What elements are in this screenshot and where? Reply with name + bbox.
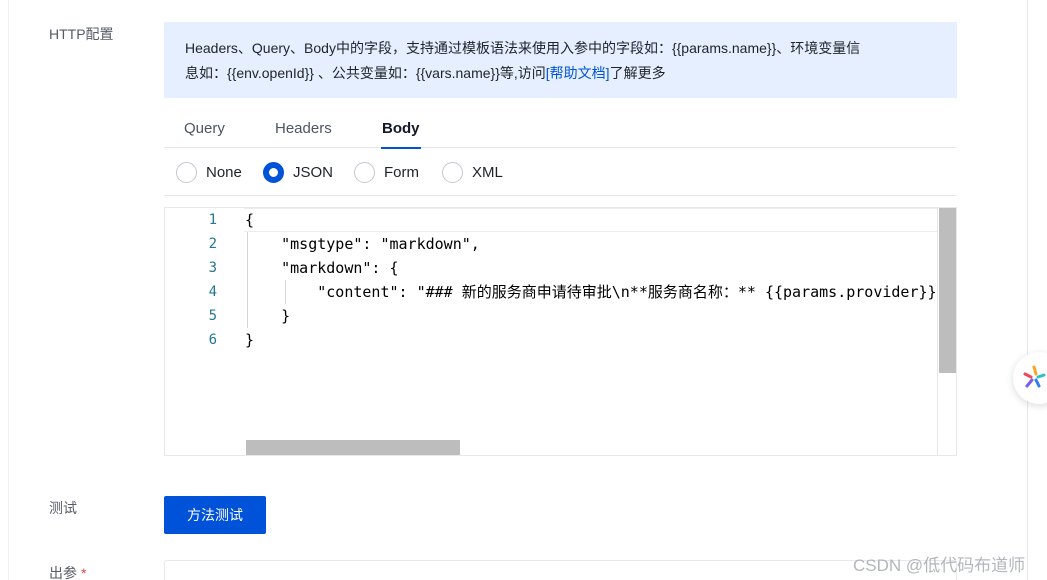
radio-xml-label: XML bbox=[472, 163, 503, 181]
json-body-editor[interactable]: 1 2 3 4 5 6 { "msgtype": "markdown", "ma… bbox=[164, 207, 957, 456]
code-line: "markdown": { bbox=[245, 259, 399, 277]
radio-xml[interactable]: XML bbox=[442, 161, 503, 183]
line-number: 4 bbox=[208, 284, 217, 300]
radio-json[interactable]: JSON bbox=[263, 161, 333, 183]
tab-headers[interactable]: Headers bbox=[275, 120, 332, 148]
line-number: 6 bbox=[208, 332, 217, 348]
line-number: 1 bbox=[208, 212, 217, 228]
code-line: "msgtype": "markdown", bbox=[245, 235, 480, 253]
radio-form-circle[interactable] bbox=[354, 161, 375, 183]
method-test-button[interactable]: 方法测试 bbox=[164, 496, 266, 534]
template-syntax-notice: Headers、Query、Body中的字段，支持通过模板语法来使用入参中的字段… bbox=[164, 22, 957, 98]
page-right-border bbox=[1027, 0, 1028, 580]
line-number: 3 bbox=[208, 260, 217, 276]
output-label-text: 出参 bbox=[49, 565, 77, 580]
line-number: 2 bbox=[208, 236, 217, 252]
tab-body[interactable]: Body bbox=[381, 120, 420, 149]
code-line: { bbox=[245, 211, 255, 229]
code-line: } bbox=[245, 307, 291, 325]
csdn-watermark: CSDN @低代码布道师 bbox=[853, 556, 1026, 575]
horizontal-scrollbar-thumb[interactable] bbox=[246, 440, 460, 455]
tab-query[interactable]: Query bbox=[184, 120, 225, 148]
radio-none-label: None bbox=[206, 163, 242, 181]
http-config-label: HTTP配置 bbox=[49, 26, 114, 42]
radio-form-label: Form bbox=[384, 163, 419, 181]
radio-none-circle[interactable] bbox=[176, 161, 197, 183]
notice-line-2-suffix: 了解更多 bbox=[609, 65, 666, 81]
page-left-border bbox=[8, 0, 9, 580]
output-label: 出参 * bbox=[49, 563, 86, 580]
vertical-scrollbar[interactable] bbox=[937, 208, 956, 455]
radio-json-label: JSON bbox=[293, 163, 334, 181]
assistant-logo-icon bbox=[1023, 365, 1046, 388]
notice-line-2-text: 息如：{{env.openId}} 、公共变量如：{{vars.name}}等,… bbox=[185, 65, 546, 81]
help-doc-link[interactable]: [帮助文档] bbox=[546, 65, 610, 81]
assistant-float-button[interactable] bbox=[1013, 352, 1047, 404]
body-type-radio-group: None JSON Form XML bbox=[164, 148, 957, 196]
code-area[interactable]: { "msgtype": "markdown", "markdown": { "… bbox=[245, 208, 937, 448]
radio-json-circle[interactable] bbox=[263, 161, 284, 183]
vertical-scrollbar-thumb[interactable] bbox=[939, 208, 956, 373]
code-line: "content": "### 新的服务商申请待审批\n**服务商名称：** {… bbox=[245, 283, 937, 301]
line-number: 5 bbox=[208, 308, 217, 324]
code-line: } bbox=[245, 331, 255, 349]
test-label: 测试 bbox=[49, 500, 77, 516]
request-part-tabs: Query Headers Body bbox=[164, 112, 957, 149]
notice-line-1: Headers、Query、Body中的字段，支持通过模板语法来使用入参中的字段… bbox=[185, 40, 861, 56]
radio-none[interactable]: None bbox=[176, 161, 242, 183]
output-params-field[interactable] bbox=[164, 560, 957, 580]
radio-xml-circle[interactable] bbox=[442, 161, 463, 183]
required-star: * bbox=[81, 565, 87, 580]
radio-form[interactable]: Form bbox=[354, 161, 419, 183]
notice-line-2: 息如：{{env.openId}} 、公共变量如：{{vars.name}}等,… bbox=[185, 61, 937, 86]
